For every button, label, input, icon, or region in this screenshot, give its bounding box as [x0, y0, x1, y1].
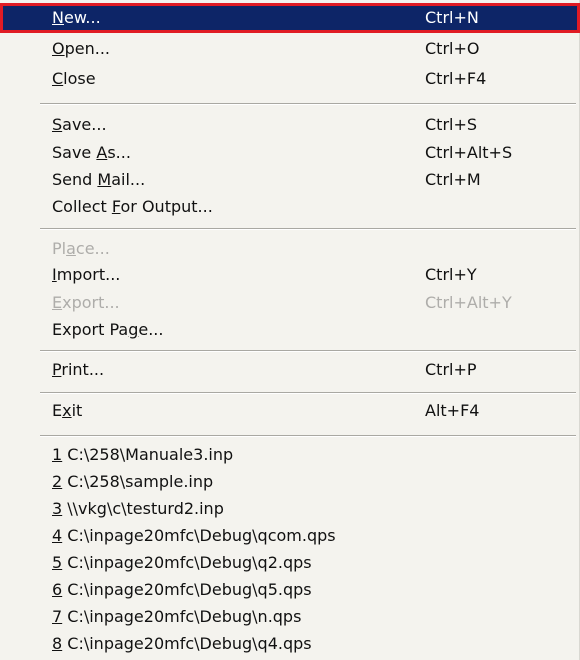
menu-item-save[interactable]: Save... Ctrl+S [0, 110, 580, 140]
menu-item-new[interactable]: New... Ctrl+N [0, 3, 580, 33]
menu-item-shortcut: Alt+F4 [425, 401, 480, 420]
menu-separator [40, 435, 576, 437]
menu-item-label: Close [52, 69, 96, 88]
recent-file-label: 1 C:\258\Manuale3.inp [52, 445, 234, 464]
menu-item-shortcut: Ctrl+Y [425, 265, 477, 284]
menu-item-shortcut: Ctrl+N [425, 8, 479, 27]
recent-file-label: 6 C:\inpage20mfc\Debug\q5.qps [52, 580, 312, 599]
menu-item-label: Collect For Output... [52, 197, 213, 216]
menu-item-export-page[interactable]: Export Page... [0, 315, 580, 345]
menu-item-save-as[interactable]: Save As... Ctrl+Alt+S [0, 138, 580, 168]
menu-item-label: Open... [52, 39, 110, 58]
menu-item-label: Export... [52, 293, 120, 312]
menu-item-send-mail[interactable]: Send Mail... Ctrl+M [0, 165, 580, 195]
menu-item-shortcut: Ctrl+Alt+Y [425, 293, 512, 312]
menu-item-export: Export... Ctrl+Alt+Y [0, 288, 580, 318]
recent-file-item[interactable]: 7 C:\inpage20mfc\Debug\n.qps [0, 602, 580, 632]
menu-item-label: Import... [52, 265, 121, 284]
recent-file-label: 7 C:\inpage20mfc\Debug\n.qps [52, 607, 302, 626]
menu-separator [40, 350, 576, 352]
menu-item-exit[interactable]: Exit Alt+F4 [0, 396, 580, 426]
menu-item-label: New... [52, 8, 101, 27]
menu-item-open[interactable]: Open... Ctrl+O [0, 34, 580, 64]
menu-item-shortcut: Ctrl+M [425, 170, 481, 189]
recent-file-item[interactable]: 5 C:\inpage20mfc\Debug\q2.qps [0, 548, 580, 578]
recent-file-label: 4 C:\inpage20mfc\Debug\qcom.qps [52, 526, 336, 545]
file-menu: New... Ctrl+N Open... Ctrl+O Close Ctrl+… [0, 0, 580, 660]
menu-item-label: Send Mail... [52, 170, 146, 189]
recent-file-item[interactable]: 3 \\vkg\c\testurd2.inp [0, 494, 580, 524]
menu-separator [40, 103, 576, 105]
recent-file-item[interactable]: 1 C:\258\Manuale3.inp [0, 440, 580, 470]
recent-file-item[interactable]: 6 C:\inpage20mfc\Debug\q5.qps [0, 575, 580, 605]
menu-item-print[interactable]: Print... Ctrl+P [0, 355, 580, 385]
menu-separator [40, 392, 576, 394]
menu-item-shortcut: Ctrl+F4 [425, 69, 487, 88]
recent-file-label: 3 \\vkg\c\testurd2.inp [52, 499, 224, 518]
menu-item-label: Export Page... [52, 320, 164, 339]
recent-file-label: 2 C:\258\sample.inp [52, 472, 214, 491]
menu-item-collect-for-output[interactable]: Collect For Output... [0, 192, 580, 222]
recent-file-label: 5 C:\inpage20mfc\Debug\q2.qps [52, 553, 312, 572]
menu-item-shortcut: Ctrl+P [425, 360, 477, 379]
menu-item-label: Save... [52, 115, 107, 134]
recent-file-label: 8 C:\inpage20mfc\Debug\q4.qps [52, 634, 312, 653]
menu-item-label: Save As... [52, 143, 131, 162]
menu-item-label: Print... [52, 360, 105, 379]
recent-file-item[interactable]: 2 C:\258\sample.inp [0, 467, 580, 497]
menu-item-close[interactable]: Close Ctrl+F4 [0, 64, 580, 94]
menu-item-shortcut: Ctrl+O [425, 39, 480, 58]
recent-file-item[interactable]: 8 C:\inpage20mfc\Debug\q4.qps [0, 629, 580, 659]
menu-separator [40, 228, 576, 230]
menu-item-shortcut: Ctrl+S [425, 115, 478, 134]
menu-item-shortcut: Ctrl+Alt+S [425, 143, 513, 162]
menu-item-label: Exit [52, 401, 83, 420]
recent-file-item[interactable]: 4 C:\inpage20mfc\Debug\qcom.qps [0, 521, 580, 551]
menu-item-import[interactable]: Import... Ctrl+Y [0, 260, 580, 290]
